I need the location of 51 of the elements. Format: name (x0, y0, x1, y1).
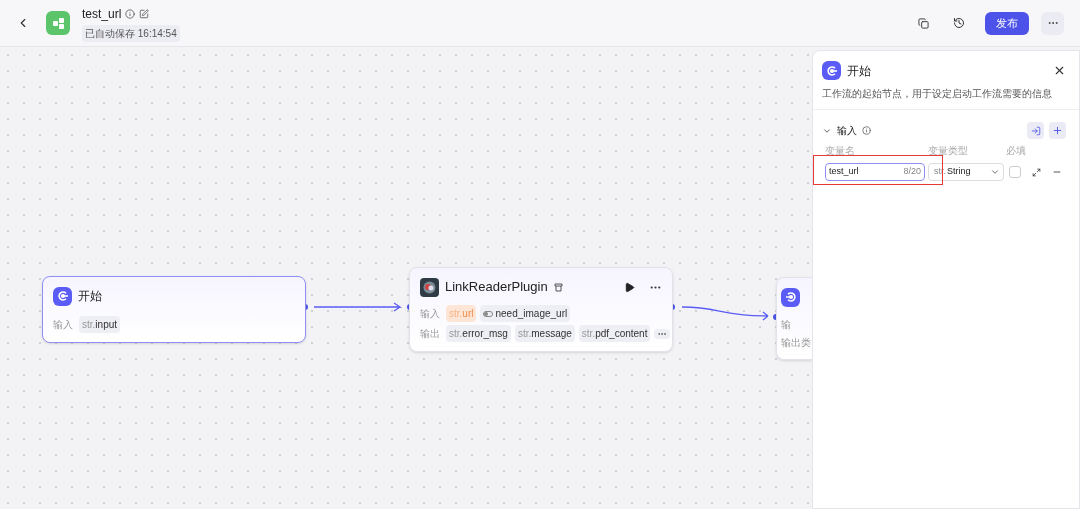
variable-tag: str.url (446, 305, 477, 322)
workflow-node[interactable]: LinkReaderPlugin 输入 str.url need_image_url 输出 str.error_msg str.message str.pdf_content (409, 267, 673, 352)
variable-tag: str.input (79, 316, 121, 333)
more-button[interactable] (1041, 11, 1064, 35)
row-label: 输入 (53, 318, 73, 332)
row-label: 输入 (420, 307, 440, 321)
required-checkbox[interactable] (1009, 166, 1021, 178)
toggle-icon (483, 310, 494, 317)
publish-button[interactable]: 发布 (985, 11, 1029, 35)
node-title: LinkReaderPlugin (445, 278, 548, 297)
field-value: test_url (829, 165, 859, 179)
row-label: 输出类 (781, 336, 811, 350)
panel-title: 开始 (847, 62, 871, 80)
copy-icon[interactable] (918, 17, 929, 29)
info-icon[interactable] (125, 8, 136, 19)
node-icon (53, 286, 72, 306)
app-title: test_url (82, 5, 122, 23)
import-icon (1030, 125, 1041, 136)
variable-tag: need_image_url (480, 305, 571, 322)
section-title: 输入 (837, 124, 857, 138)
character-counter: 8/20 (903, 165, 921, 179)
expand-field-icon[interactable] (1032, 167, 1041, 177)
panel-description: 工作流的起始节点，用于设定启动工作流需要的信息 (813, 86, 1079, 110)
column-header: 必填 (1006, 144, 1026, 158)
history-icon[interactable] (953, 17, 965, 29)
edit-icon[interactable] (139, 8, 150, 19)
close-icon[interactable] (1053, 64, 1066, 77)
more-outputs-button[interactable] (654, 328, 671, 339)
node-title: 开始 (78, 288, 102, 305)
column-header: 变量名 (825, 144, 856, 158)
variable-name-field[interactable]: test_url 8/20 (825, 163, 925, 181)
info-icon[interactable] (862, 126, 871, 135)
variable-tag: str.message (514, 325, 575, 342)
run-icon[interactable] (624, 281, 635, 293)
type-value: String (947, 165, 971, 179)
add-button[interactable] (1049, 122, 1066, 139)
workflow-node[interactable]: 开始 输入 str.input (42, 276, 306, 343)
node-icon (781, 287, 800, 307)
import-button[interactable] (1027, 122, 1044, 139)
variable-tag: str.pdf_content (578, 325, 651, 342)
chevron-down-icon (990, 167, 1000, 177)
row-label: 输 (781, 318, 791, 332)
autosave-status: 已自动保存 16:14:54 (82, 24, 180, 42)
column-header: 变量类型 (928, 144, 969, 158)
store-icon (553, 282, 563, 292)
node-icon (822, 61, 841, 80)
app-icon (46, 11, 70, 35)
plus-icon (1052, 125, 1063, 136)
row-label: 输出 (420, 327, 440, 341)
plugin-logo-icon (420, 277, 439, 297)
variable-tag: str.error_msg (446, 325, 511, 342)
